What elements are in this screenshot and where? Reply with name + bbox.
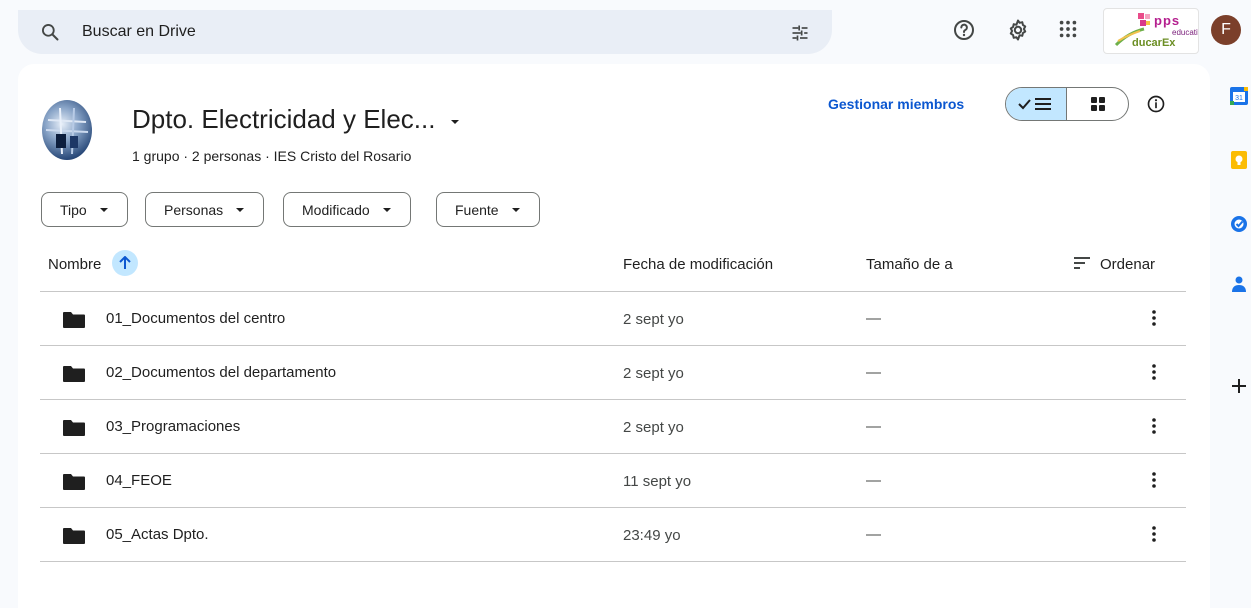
more-vert-icon[interactable] — [1144, 524, 1164, 549]
avatar[interactable]: F — [1211, 15, 1241, 45]
chevron-down-icon[interactable] — [449, 104, 461, 135]
more-vert-icon[interactable] — [1144, 362, 1164, 387]
chevron-down-icon — [511, 202, 521, 218]
brand-logo[interactable]: pps educativas ducarEx — [1103, 8, 1199, 54]
folder-icon — [62, 311, 86, 334]
add-icon[interactable] — [1229, 376, 1249, 401]
filter-modified[interactable]: Modificado — [283, 192, 411, 227]
group-subtitle: 1 grupo · 2 personas · IES Cristo del Ro… — [132, 148, 412, 164]
more-vert-icon[interactable] — [1144, 308, 1164, 333]
divider — [40, 561, 1186, 562]
filter-source[interactable]: Fuente — [436, 192, 540, 227]
folder-icon — [62, 473, 86, 496]
folder-icon — [62, 527, 86, 550]
more-vert-icon[interactable] — [1144, 470, 1164, 495]
column-header-modified[interactable]: Fecha de modificación — [623, 256, 773, 273]
brand-text-name: ducarEx — [1132, 37, 1176, 49]
search-input[interactable]: Buscar en Drive — [82, 23, 196, 41]
group-title: Dpto. Electricidad y Elec... — [132, 104, 436, 134]
group-image — [42, 100, 92, 160]
sort-button[interactable]: Ordenar — [1074, 256, 1155, 273]
table-row[interactable]: 05_Actas Dpto. 23:49 yo — — [40, 508, 1186, 562]
sort-icon — [1074, 256, 1090, 273]
column-header-name[interactable]: Nombre — [48, 256, 101, 273]
contacts-icon[interactable] — [1229, 274, 1249, 299]
chevron-down-icon — [235, 202, 245, 218]
tasks-icon[interactable] — [1229, 214, 1249, 239]
help-icon[interactable] — [952, 18, 976, 47]
sort-arrow-up-icon[interactable] — [112, 250, 138, 276]
svg-text:31: 31 — [1235, 95, 1243, 102]
row-name: 05_Actas Dpto. — [106, 526, 209, 543]
table-row[interactable]: 01_Documentos del centro 2 sept yo — — [40, 292, 1186, 346]
manage-members-button[interactable]: Gestionar miembros — [828, 96, 964, 112]
row-name: 01_Documentos del centro — [106, 310, 286, 327]
row-size: — — [866, 310, 881, 327]
table-row[interactable]: 02_Documentos del departamento 2 sept yo… — [40, 346, 1186, 400]
list-view-button[interactable] — [1006, 88, 1068, 120]
table-row[interactable]: 03_Programaciones 2 sept yo — — [40, 400, 1186, 454]
chevron-down-icon — [99, 202, 109, 218]
row-name: 03_Programaciones — [106, 418, 241, 435]
search-icon[interactable] — [40, 22, 60, 47]
view-toggle[interactable] — [1005, 87, 1129, 121]
filter-label: Personas — [164, 201, 224, 218]
main-content: Dpto. Electricidad y Elec... 1 grupo · 2… — [18, 64, 1210, 608]
folder-icon — [62, 365, 86, 388]
sort-label: Ordenar — [1100, 256, 1156, 273]
brand-text-main: pps — [1154, 13, 1181, 28]
filter-label: Modificado — [302, 201, 370, 218]
page-title[interactable]: Dpto. Electricidad y Elec... — [132, 104, 461, 135]
filter-people[interactable]: Personas — [145, 192, 265, 227]
keep-icon[interactable] — [1229, 150, 1249, 175]
row-size: — — [866, 472, 881, 489]
row-modified: 11 sept yo — [623, 473, 692, 490]
info-icon[interactable] — [1146, 94, 1166, 119]
row-size: — — [866, 364, 881, 381]
row-modified: 2 sept yo — [623, 419, 684, 436]
row-size: — — [866, 526, 881, 543]
table-row[interactable]: 04_FEOE 11 sept yo — — [40, 454, 1186, 508]
folder-icon — [62, 419, 86, 442]
row-name: 02_Documentos del departamento — [106, 364, 337, 381]
row-name: 04_FEOE — [106, 472, 172, 489]
row-size: — — [866, 418, 881, 435]
tune-icon[interactable] — [790, 23, 810, 48]
row-modified: 23:49 yo — [623, 527, 681, 544]
filter-label: Fuente — [455, 201, 499, 218]
row-modified: 2 sept yo — [623, 311, 684, 328]
gear-icon[interactable] — [1006, 18, 1030, 47]
calendar-icon[interactable]: 31 — [1229, 86, 1249, 111]
column-header-size[interactable]: Tamaño de a — [866, 256, 953, 273]
apps-grid-icon[interactable] — [1057, 18, 1079, 45]
chevron-down-icon — [382, 202, 392, 218]
brand-text-sub: educativas — [1172, 28, 1198, 37]
filter-type[interactable]: Tipo — [41, 192, 128, 227]
grid-view-button[interactable] — [1067, 88, 1128, 120]
more-vert-icon[interactable] — [1144, 416, 1164, 441]
row-modified: 2 sept yo — [623, 365, 684, 382]
filter-label: Tipo — [60, 201, 87, 218]
search-bar[interactable]: Buscar en Drive — [18, 10, 832, 54]
